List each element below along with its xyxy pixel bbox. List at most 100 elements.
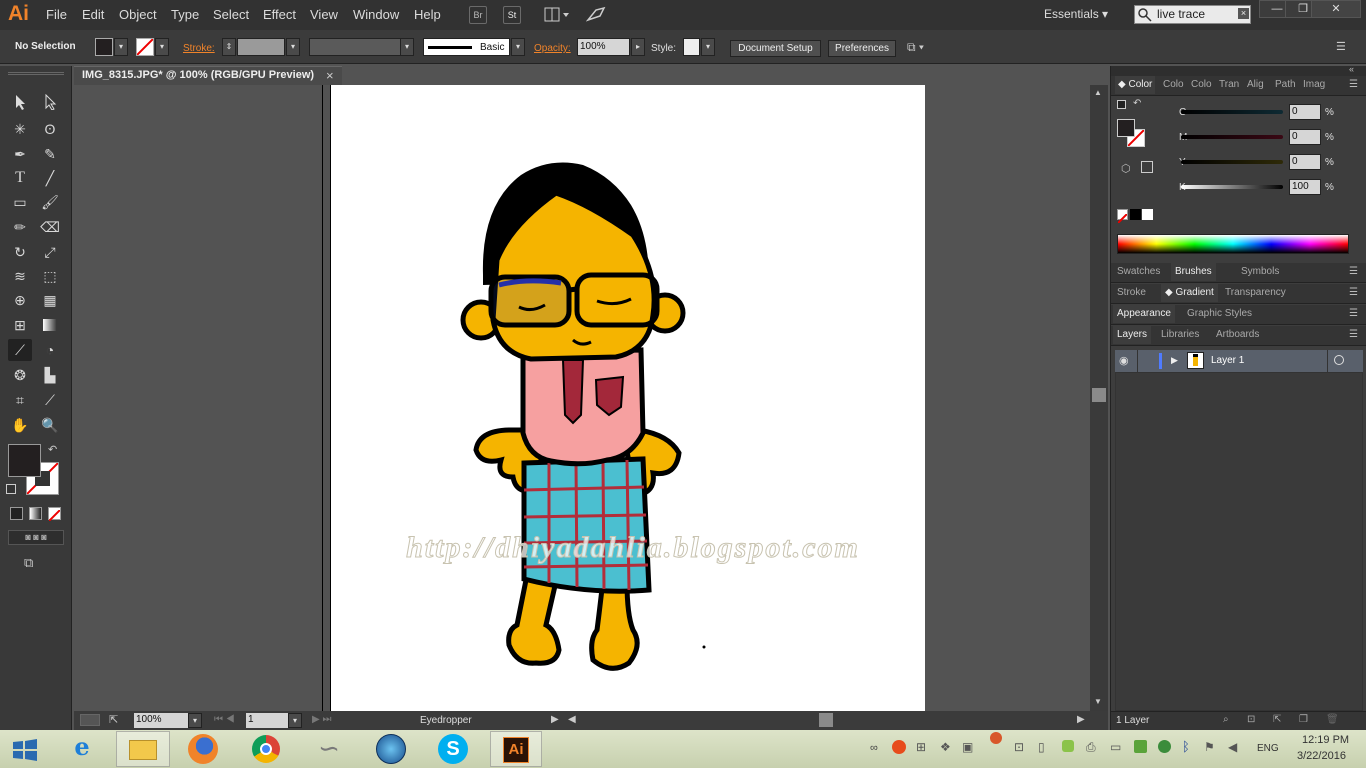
tray-date[interactable]: 3/22/2016 [1297,750,1346,762]
swap-fill-stroke-icon[interactable]: ↶ [48,443,57,456]
new-sublayer-icon[interactable]: ⇱ [1273,714,1281,725]
brush-dropdown[interactable]: ▾ [511,38,525,56]
fill-color-box[interactable] [8,444,41,477]
windows-start-icon[interactable] [12,738,38,762]
tab-libraries[interactable]: Libraries [1161,326,1199,344]
screen-mode-icon[interactable]: ⧉ [24,555,46,572]
tray-device-icon[interactable]: ⊡ [1014,740,1024,754]
channel-k-slider[interactable] [1181,185,1283,189]
tray-network-icon[interactable]: ▣ [962,740,973,754]
symbol-sprayer-tool-icon[interactable]: ❂ [8,364,32,386]
tab-brushes[interactable]: Brushes [1171,263,1216,281]
none-swatch[interactable] [1117,209,1128,224]
color-panel-menu-icon[interactable]: ☰ [1349,79,1358,90]
tray-link-icon[interactable]: ∞ [870,742,878,754]
fill-swatch[interactable] [95,38,113,56]
out-of-gamut-icon[interactable]: ⬡ [1121,162,1131,175]
default-fill-stroke-icon[interactable] [1117,100,1126,109]
layer-name[interactable]: Layer 1 [1211,355,1244,366]
internet-explorer-icon[interactable]: e [62,732,102,766]
menu-edit[interactable]: Edit [82,7,104,22]
menu-file[interactable]: File [46,7,67,22]
tab-pathfinder[interactable]: Path [1275,76,1296,94]
free-transform-tool-icon[interactable]: ⬚ [38,265,62,287]
panel-menu-icon[interactable]: ☰ [1336,40,1352,54]
tray-display-icon[interactable]: ▭ [1110,740,1121,754]
toolbox-grip[interactable] [8,72,64,75]
graphic-style-swatch[interactable] [683,38,700,56]
pen-tool-icon[interactable]: ✒ [8,143,32,165]
document-tab[interactable]: IMG_8315.JPG* @ 100% (RGB/GPU Preview) [74,66,342,85]
layer-row[interactable]: ◉ ▶ Layer 1 [1115,350,1363,372]
close-tab-icon[interactable]: × [326,68,334,83]
document-setup-button[interactable]: Document Setup [730,40,821,57]
stroke-weight-dropdown[interactable]: ▾ [286,38,300,56]
preferences-button[interactable]: Preferences [828,40,896,57]
scale-tool-icon[interactable]: ⤢ [38,241,62,263]
tab-color-themes[interactable]: Colo [1191,76,1212,94]
tray-globe-icon[interactable] [1158,740,1171,753]
tab-appearance[interactable]: Appearance [1113,305,1175,323]
color-spectrum[interactable] [1117,234,1349,254]
menu-select[interactable]: Select [213,7,249,22]
tab-symbols[interactable]: Symbols [1241,263,1279,281]
status-menu-icon[interactable]: ▶ [551,714,559,725]
variable-width-profile[interactable] [309,38,401,56]
tab-transparency[interactable]: Transparency [1225,284,1286,302]
stroke-panel-menu-icon[interactable]: ☰ [1349,287,1358,298]
illustrator-taskbar-button[interactable]: Ai [490,731,542,767]
vertical-scroll-thumb[interactable] [1092,388,1106,402]
gradient-mode-icon[interactable] [29,507,42,520]
skype-icon[interactable]: S [438,734,468,764]
artboard-tool-icon[interactable]: ⌗ [8,389,32,411]
tray-nvidia-icon[interactable] [1134,740,1147,753]
bridge-button[interactable]: Br [469,6,487,24]
paintbrush-tool-icon[interactable]: 🖌 [38,191,62,213]
type-tool-icon[interactable]: T [8,167,32,189]
opacity-dropdown[interactable]: ▸ [631,38,645,56]
stroke-label[interactable]: Stroke: [183,43,215,54]
swap-colors-icon[interactable]: ↶ [1133,98,1141,109]
width-tool-icon[interactable]: ≋ [8,265,32,287]
scroll-up-icon[interactable]: ▲ [1094,88,1102,97]
scroll-down-icon[interactable]: ▼ [1094,697,1102,706]
first-artboard-icon[interactable]: ⏮ ◀ [214,714,235,725]
tray-phone-icon[interactable]: ▯ [1038,740,1045,754]
canvas-area[interactable]: http://dhiyadahlia.blogspot.com [74,85,1090,711]
arrange-icon[interactable]: ⧉ ▾ [907,40,937,56]
media-player-icon[interactable] [376,734,406,764]
layer-expand-icon[interactable]: ▶ [1171,355,1178,366]
eyedropper-tool-icon[interactable]: ⟋ [8,339,32,361]
collapse-panels-icon[interactable]: « [1349,64,1354,74]
menu-view[interactable]: View [310,7,338,22]
tab-graphic-styles[interactable]: Graphic Styles [1187,305,1252,323]
stock-button[interactable]: St [503,6,521,24]
menu-type[interactable]: Type [171,7,199,22]
zoom-input[interactable]: 100% [134,713,190,728]
channel-m-slider[interactable] [1181,135,1283,139]
stroke-weight-stepper[interactable]: ⇕ [222,38,236,56]
hand-tool-icon[interactable]: ✋ [8,414,32,436]
tab-artboards[interactable]: Artboards [1216,326,1259,344]
mesh-tool-icon[interactable]: ⊞ [8,314,32,336]
workspace-switcher[interactable]: Essentials ▾ [1044,7,1108,21]
vertical-scrollbar[interactable]: ▲ ▼ [1090,85,1108,711]
tab-image-trace[interactable]: Imag [1303,76,1325,94]
channel-m-input[interactable]: 0 [1289,129,1321,145]
share-icon[interactable]: ⇱ [109,713,118,726]
fill-dropdown[interactable]: ▾ [114,38,128,56]
locate-object-icon[interactable]: ⌕ [1223,714,1229,725]
channel-y-input[interactable]: 0 [1289,154,1321,170]
layer-target-icon[interactable] [1334,355,1344,365]
channel-k-input[interactable]: 100 [1289,179,1321,195]
stroke-swatch[interactable] [136,38,154,56]
artboard-dropdown[interactable]: ▾ [288,713,302,728]
rectangle-tool-icon[interactable]: ▭ [8,191,32,213]
file-explorer-icon[interactable] [116,731,170,767]
zoom-tool-icon[interactable]: 🔍 [38,414,62,436]
layers-panel-menu-icon[interactable]: ☰ [1349,329,1358,340]
blend-tool-icon[interactable]: ◔ [38,339,62,361]
tray-avast-icon[interactable] [892,740,906,754]
firefox-icon[interactable] [188,734,218,764]
panel-fill-box[interactable] [1117,119,1135,137]
